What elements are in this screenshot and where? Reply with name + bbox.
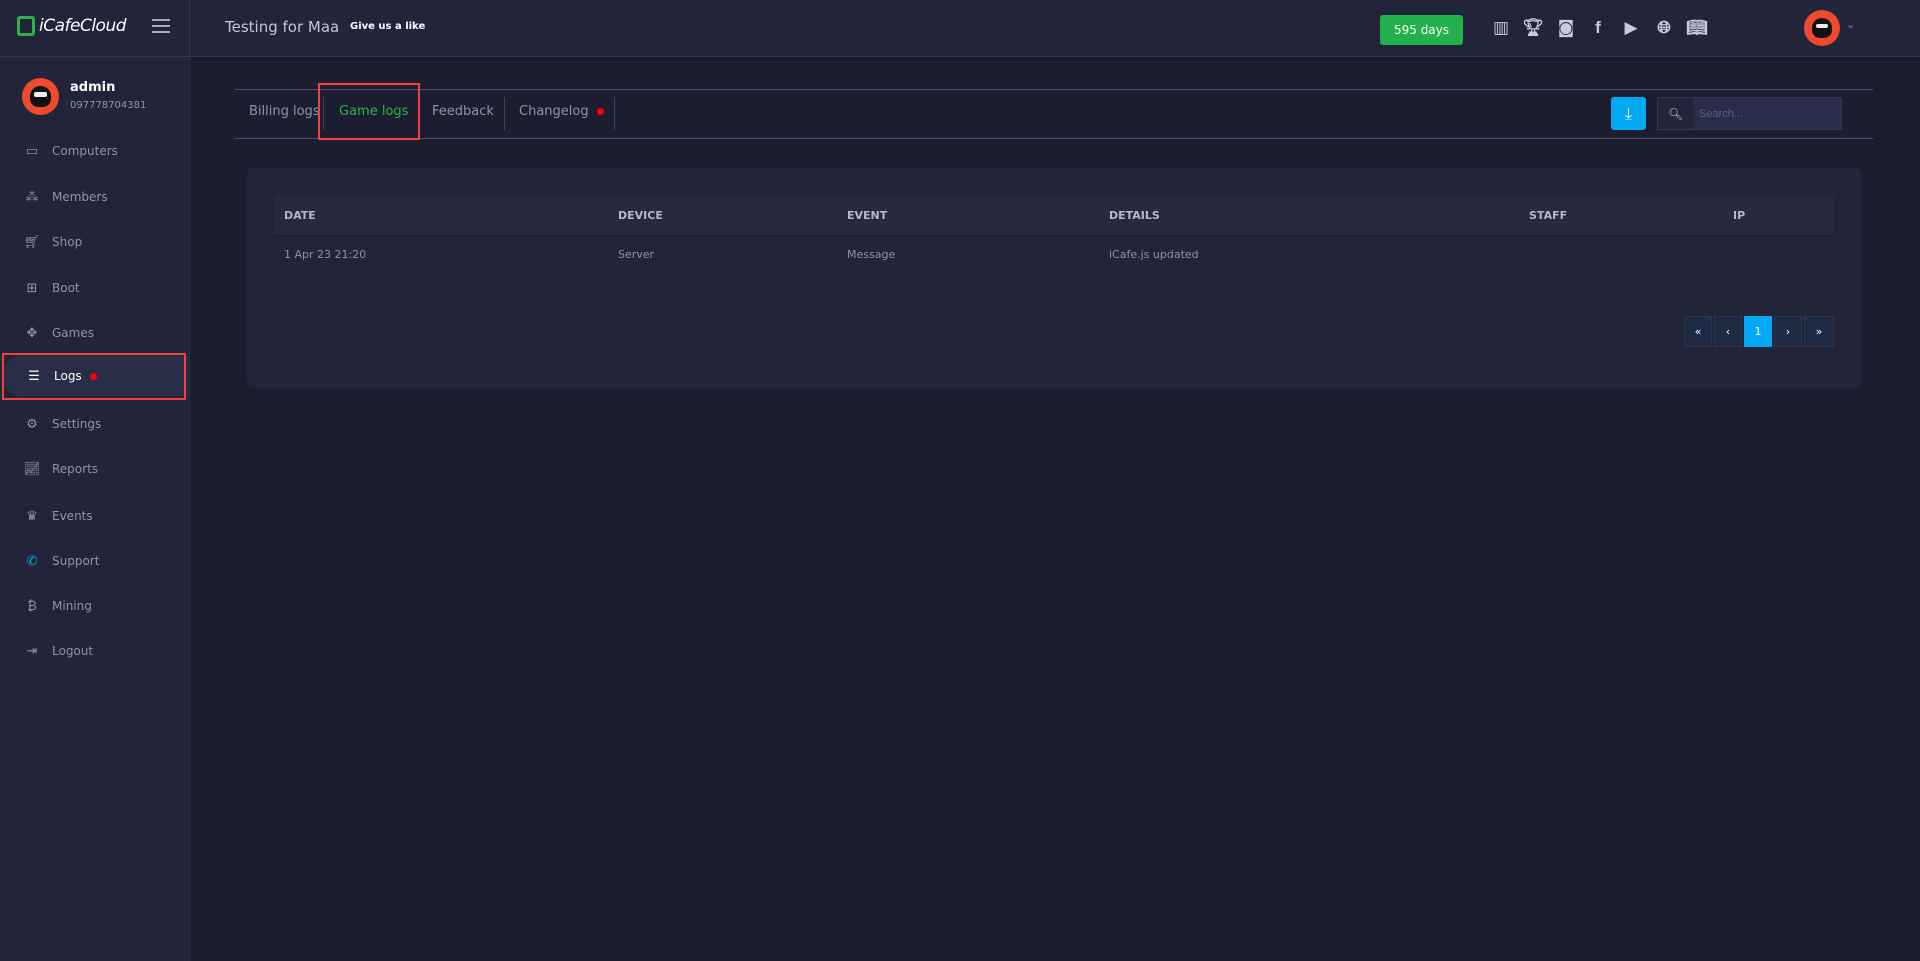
- cell-date: 1 Apr 23 21:20: [284, 248, 367, 261]
- nav-label: Shop: [52, 235, 83, 249]
- sidebar-item-support[interactable]: ✆ Support: [0, 541, 186, 581]
- youtube-icon[interactable]: ▶: [1620, 17, 1642, 39]
- give-like-link[interactable]: Give us a like: [350, 21, 425, 32]
- tab-billing-logs[interactable]: Billing logs: [249, 104, 320, 119]
- nav-label: Games: [52, 326, 94, 340]
- tab-label: Changelog: [519, 104, 589, 119]
- column-header-event[interactable]: EVENT: [847, 209, 887, 222]
- nav-label: Reports: [52, 462, 99, 476]
- nav-label: Members: [52, 190, 108, 204]
- book-icon[interactable]: 📖︎: [1686, 17, 1708, 39]
- column-header-staff[interactable]: STAFF: [1529, 209, 1567, 222]
- sidebar-item-shop[interactable]: 🛒︎ Shop: [0, 222, 186, 262]
- column-header-details[interactable]: DETAILS: [1109, 209, 1160, 222]
- logo-mark-icon: [17, 16, 35, 36]
- sidebar-item-computers[interactable]: ▭ Computers: [0, 131, 186, 171]
- cart-icon: 🛒︎: [23, 234, 41, 250]
- download-icon: ⤓: [1624, 103, 1633, 123]
- page-current-button[interactable]: 1: [1744, 316, 1772, 347]
- tabs-bottom-border: [235, 138, 1873, 139]
- discord-icon[interactable]: ◙: [1555, 17, 1577, 39]
- search-box: 🔍︎: [1657, 97, 1842, 130]
- user-phone: 097778704381: [70, 100, 147, 111]
- cell-device: Server: [618, 248, 655, 261]
- sidebar-item-boot[interactable]: ⊞ Boot: [0, 268, 186, 308]
- top-bar: iCafeCloud Testing for Maa Give us a lik…: [0, 0, 1920, 57]
- tab-changelog[interactable]: Changelog: [519, 104, 604, 119]
- nav-label: Mining: [52, 599, 92, 613]
- menu-toggle-icon[interactable]: [152, 19, 170, 33]
- nav-label: Logout: [52, 644, 94, 658]
- phone-icon: ✆: [26, 553, 38, 569]
- search-input[interactable]: [1693, 98, 1841, 129]
- windows-icon: ⊞: [26, 280, 38, 296]
- tab-separator: [614, 97, 615, 130]
- sidebar-item-settings[interactable]: ⚙ Settings: [0, 404, 186, 444]
- days-badge[interactable]: 595 days: [1380, 15, 1463, 45]
- crown-icon: ♛: [26, 508, 38, 524]
- chevron-down-icon[interactable]: ⌄: [1846, 18, 1855, 31]
- gear-icon: ⚙: [26, 416, 38, 432]
- divider: [189, 0, 190, 57]
- notification-dot: [596, 108, 604, 115]
- facebook-icon[interactable]: f: [1587, 17, 1609, 39]
- user-name: admin: [70, 80, 116, 95]
- tabs-top-border: [235, 89, 1873, 90]
- sidebar-item-members[interactable]: ⁂ Members: [0, 177, 186, 217]
- brand-name: iCafeCloud: [39, 16, 127, 36]
- download-button[interactable]: ⤓: [1611, 97, 1646, 130]
- cell-details: iCafe.js updated: [1109, 248, 1199, 261]
- table-header: [274, 195, 1834, 236]
- search-icon: 🔍︎: [1658, 98, 1693, 129]
- monitor-icon: ▭: [25, 143, 39, 159]
- nav-label: Events: [52, 509, 93, 523]
- sidebar-item-events[interactable]: ♛ Events: [0, 496, 186, 536]
- highlight-box: [2, 353, 186, 400]
- cafe-title: Testing for Maa: [225, 18, 340, 36]
- tab-feedback[interactable]: Feedback: [432, 104, 494, 119]
- tab-separator: [504, 97, 505, 130]
- globe-icon[interactable]: 🌐︎: [1653, 17, 1675, 39]
- users-icon: ⁂: [25, 189, 39, 205]
- column-header-device[interactable]: DEVICE: [618, 209, 663, 222]
- leaderboard-icon[interactable]: ▥: [1490, 17, 1512, 39]
- highlight-box: [318, 83, 420, 140]
- nav-label: Boot: [52, 281, 80, 295]
- page-next-button[interactable]: ›: [1774, 316, 1802, 347]
- trophy-icon[interactable]: 🏆︎: [1522, 17, 1544, 39]
- page-first-button[interactable]: «: [1684, 316, 1712, 347]
- column-header-date[interactable]: DATE: [284, 209, 316, 222]
- logout-icon: ⇥: [26, 643, 38, 659]
- sidebar-item-games[interactable]: ✥ Games: [0, 313, 186, 353]
- logo[interactable]: iCafeCloud: [17, 16, 127, 36]
- profile-avatar: [22, 78, 59, 115]
- chart-icon: 📈︎: [23, 461, 41, 477]
- nav-label: Support: [52, 554, 100, 568]
- sidebar-item-logout[interactable]: ⇥ Logout: [0, 631, 186, 671]
- column-header-ip[interactable]: IP: [1733, 209, 1745, 222]
- page-last-button[interactable]: »: [1804, 316, 1834, 347]
- sidebar-item-mining[interactable]: ₿ Mining: [0, 586, 186, 626]
- bitcoin-icon: ₿: [27, 599, 37, 614]
- page-prev-button[interactable]: ‹: [1714, 316, 1742, 347]
- cell-event: Message: [847, 248, 896, 261]
- nav-label: Computers: [52, 144, 118, 158]
- gamepad-icon: ✥: [26, 325, 38, 341]
- user-avatar[interactable]: [1804, 10, 1840, 46]
- nav-label: Settings: [52, 417, 102, 431]
- sidebar-item-reports[interactable]: 📈︎ Reports: [0, 449, 186, 489]
